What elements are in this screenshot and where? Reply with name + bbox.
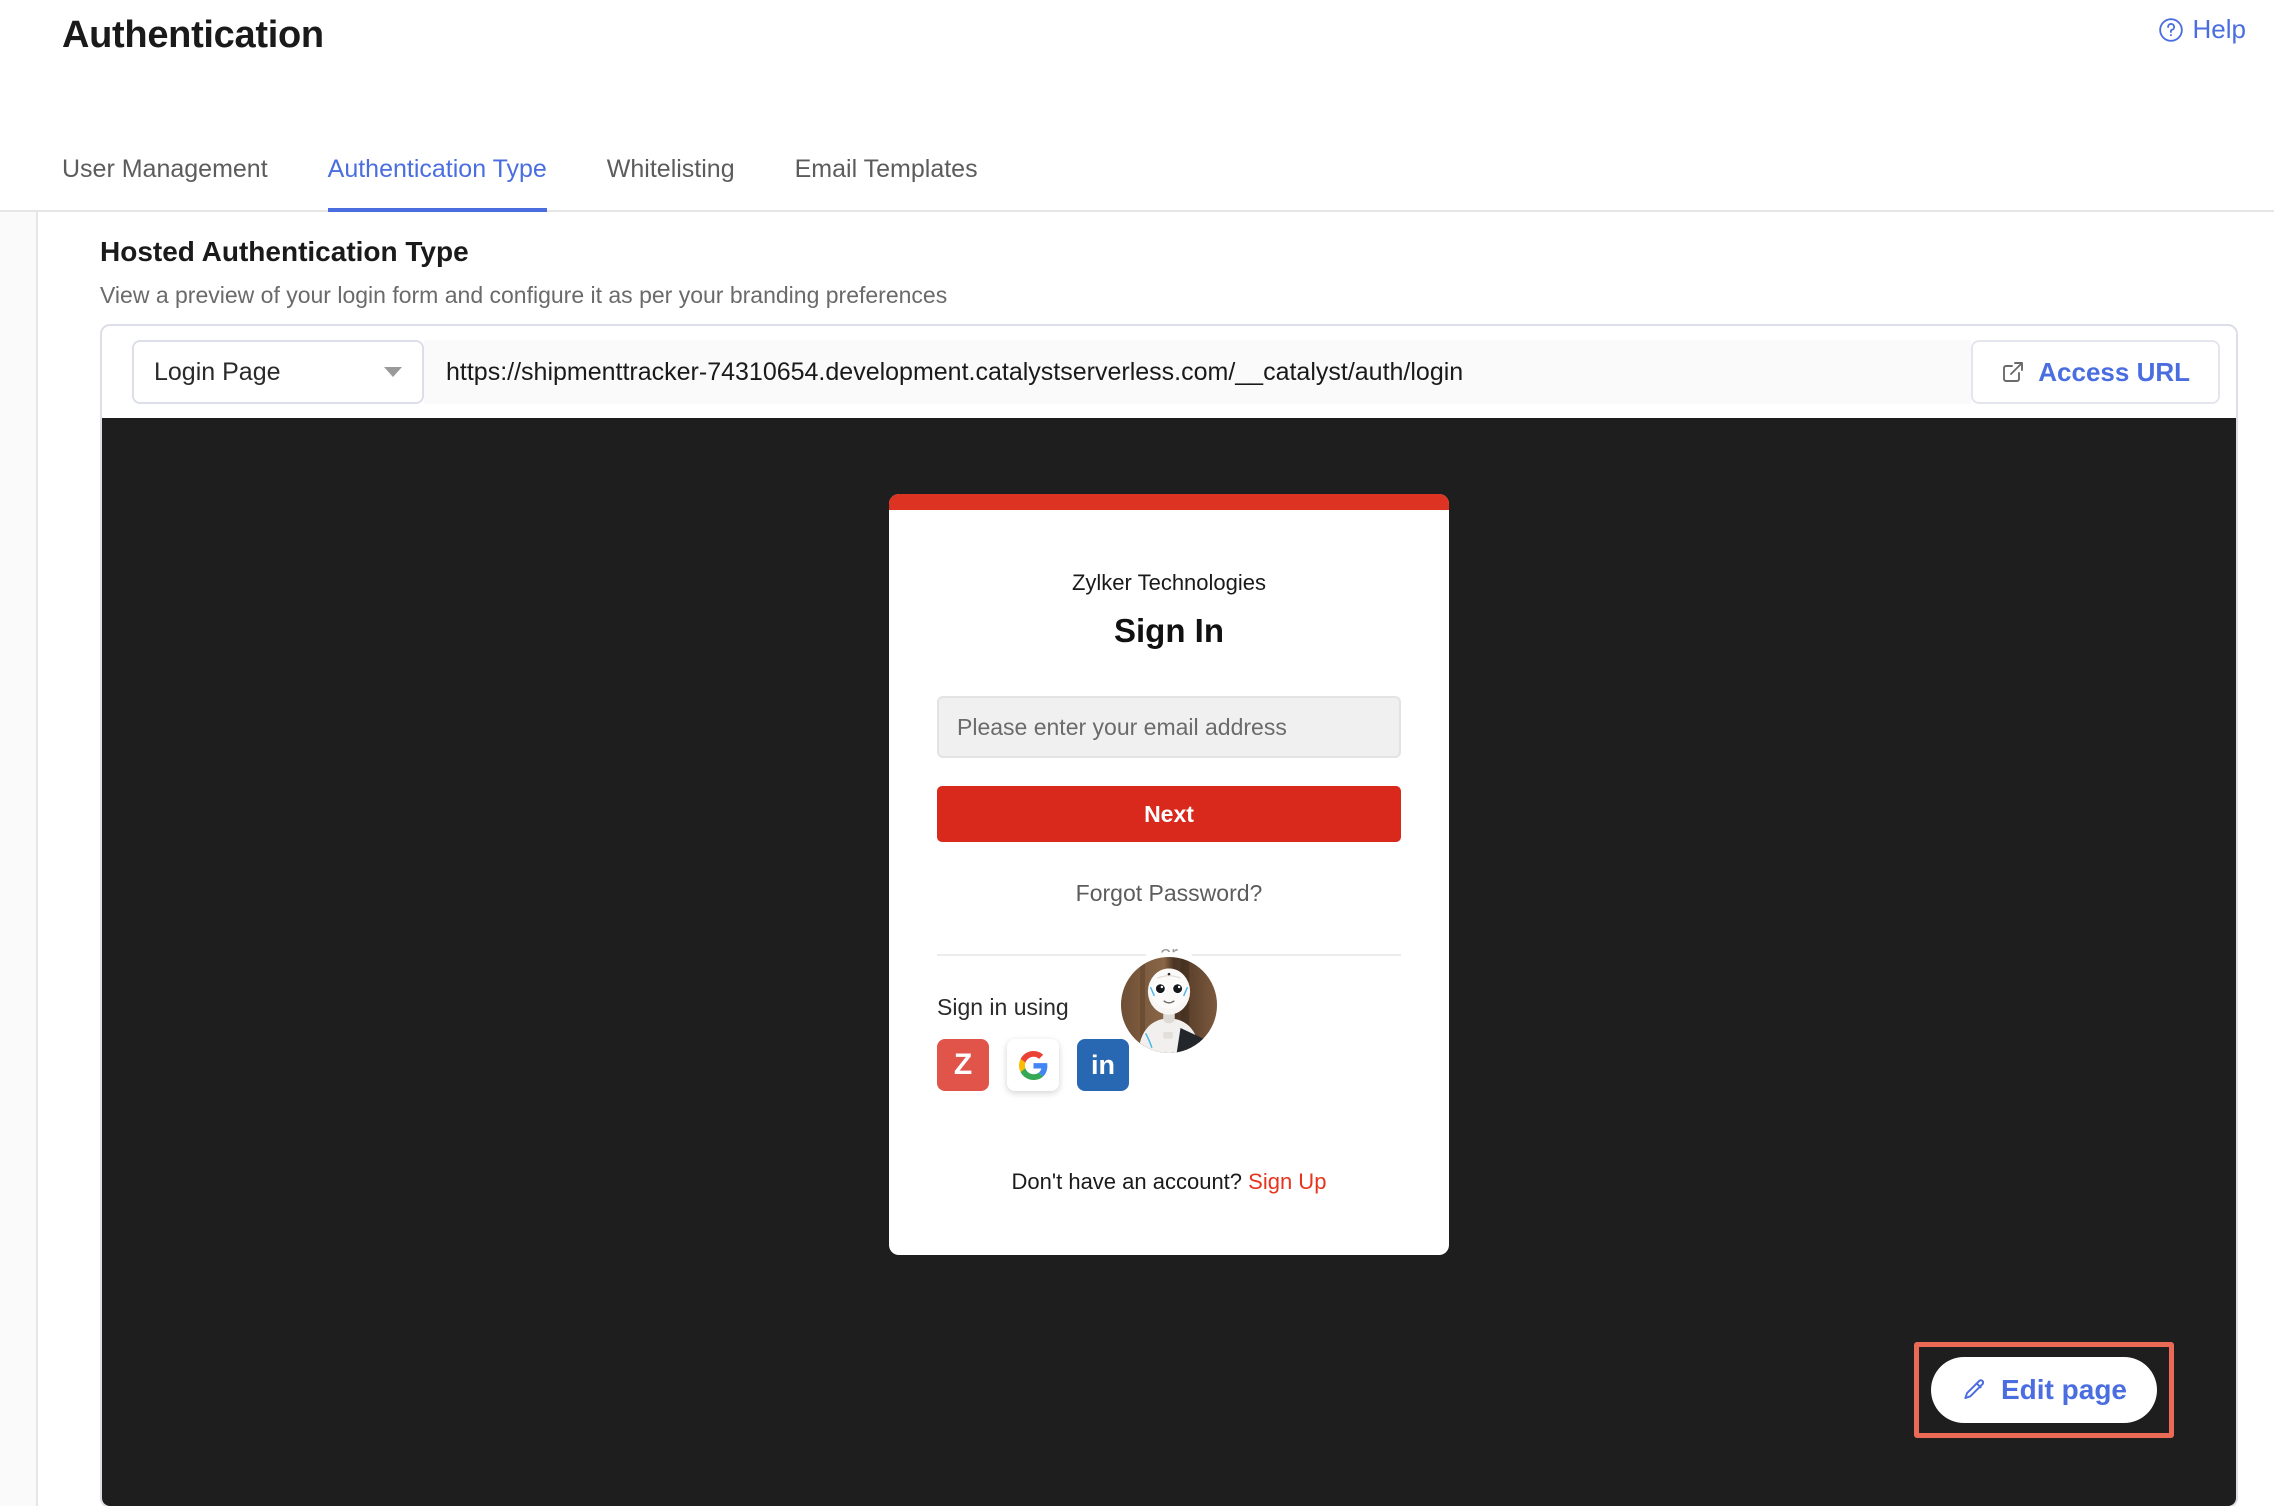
left-rail (0, 212, 38, 1506)
tab-email-templates[interactable]: Email Templates (795, 155, 978, 212)
page-select[interactable]: Login Page (132, 340, 424, 404)
main-content: Hosted Authentication Type View a previe… (38, 212, 2274, 1506)
email-input[interactable] (937, 696, 1401, 758)
edit-page-label: Edit page (2000, 1374, 2127, 1405)
access-url-button[interactable]: Access URL (1971, 340, 2220, 404)
login-card: Zylker Technologies Sign In Next Forgot … (889, 494, 1449, 1255)
pencil-icon (1961, 1377, 1987, 1403)
tab-bar: User Management Authentication Type Whit… (0, 84, 2274, 212)
org-name: Zylker Technologies (1071, 570, 1267, 595)
url-row: Login Page https://shipmenttracker-74310… (102, 326, 2236, 418)
section-title: Hosted Authentication Type (100, 236, 469, 267)
signup-link[interactable]: Sign Up (1248, 1169, 1326, 1194)
linkedin-signin-icon[interactable]: in (1077, 1039, 1129, 1091)
help-label: Help (2192, 14, 2246, 44)
google-signin-icon[interactable] (1007, 1039, 1059, 1091)
preview-panel: Login Page https://shipmenttracker-74310… (100, 324, 2238, 1506)
tab-whitelisting[interactable]: Whitelisting (607, 155, 735, 212)
page-header: Authentication Help (0, 0, 2274, 84)
pepper-robot-avatar (1116, 952, 1222, 1058)
edit-page-button[interactable]: Edit page (1931, 1357, 2157, 1423)
section-subtitle: View a preview of your login form and co… (100, 282, 948, 308)
zoho-signin-icon[interactable]: Z (937, 1039, 989, 1091)
edit-page-highlight: Edit page (1914, 1342, 2174, 1438)
access-url-label: Access URL (2038, 356, 2190, 387)
card-accent-bar (889, 494, 1449, 510)
url-display[interactable]: https://shipmenttracker-74310654.develop… (424, 340, 1972, 404)
signin-title: Sign In (1114, 612, 1224, 649)
body-wrapper: Hosted Authentication Type View a previe… (0, 212, 2274, 1506)
question-circle-icon (2158, 17, 2184, 43)
tab-authentication-type[interactable]: Authentication Type (327, 155, 547, 212)
chevron-down-icon (384, 367, 402, 377)
external-link-icon (2001, 360, 2025, 384)
login-preview-stage: Zylker Technologies Sign In Next Forgot … (102, 418, 2236, 1506)
tab-user-management[interactable]: User Management (62, 155, 268, 212)
signup-prompt: Don't have an account? (1011, 1169, 1243, 1194)
signup-row: Don't have an account? Sign Up (937, 1169, 1401, 1255)
page-select-value: Login Page (154, 357, 281, 386)
page-title: Authentication (62, 14, 324, 56)
next-button[interactable]: Next (937, 786, 1401, 842)
help-link[interactable]: Help (2158, 14, 2246, 45)
forgot-password-link[interactable]: Forgot Password? (937, 880, 1401, 907)
